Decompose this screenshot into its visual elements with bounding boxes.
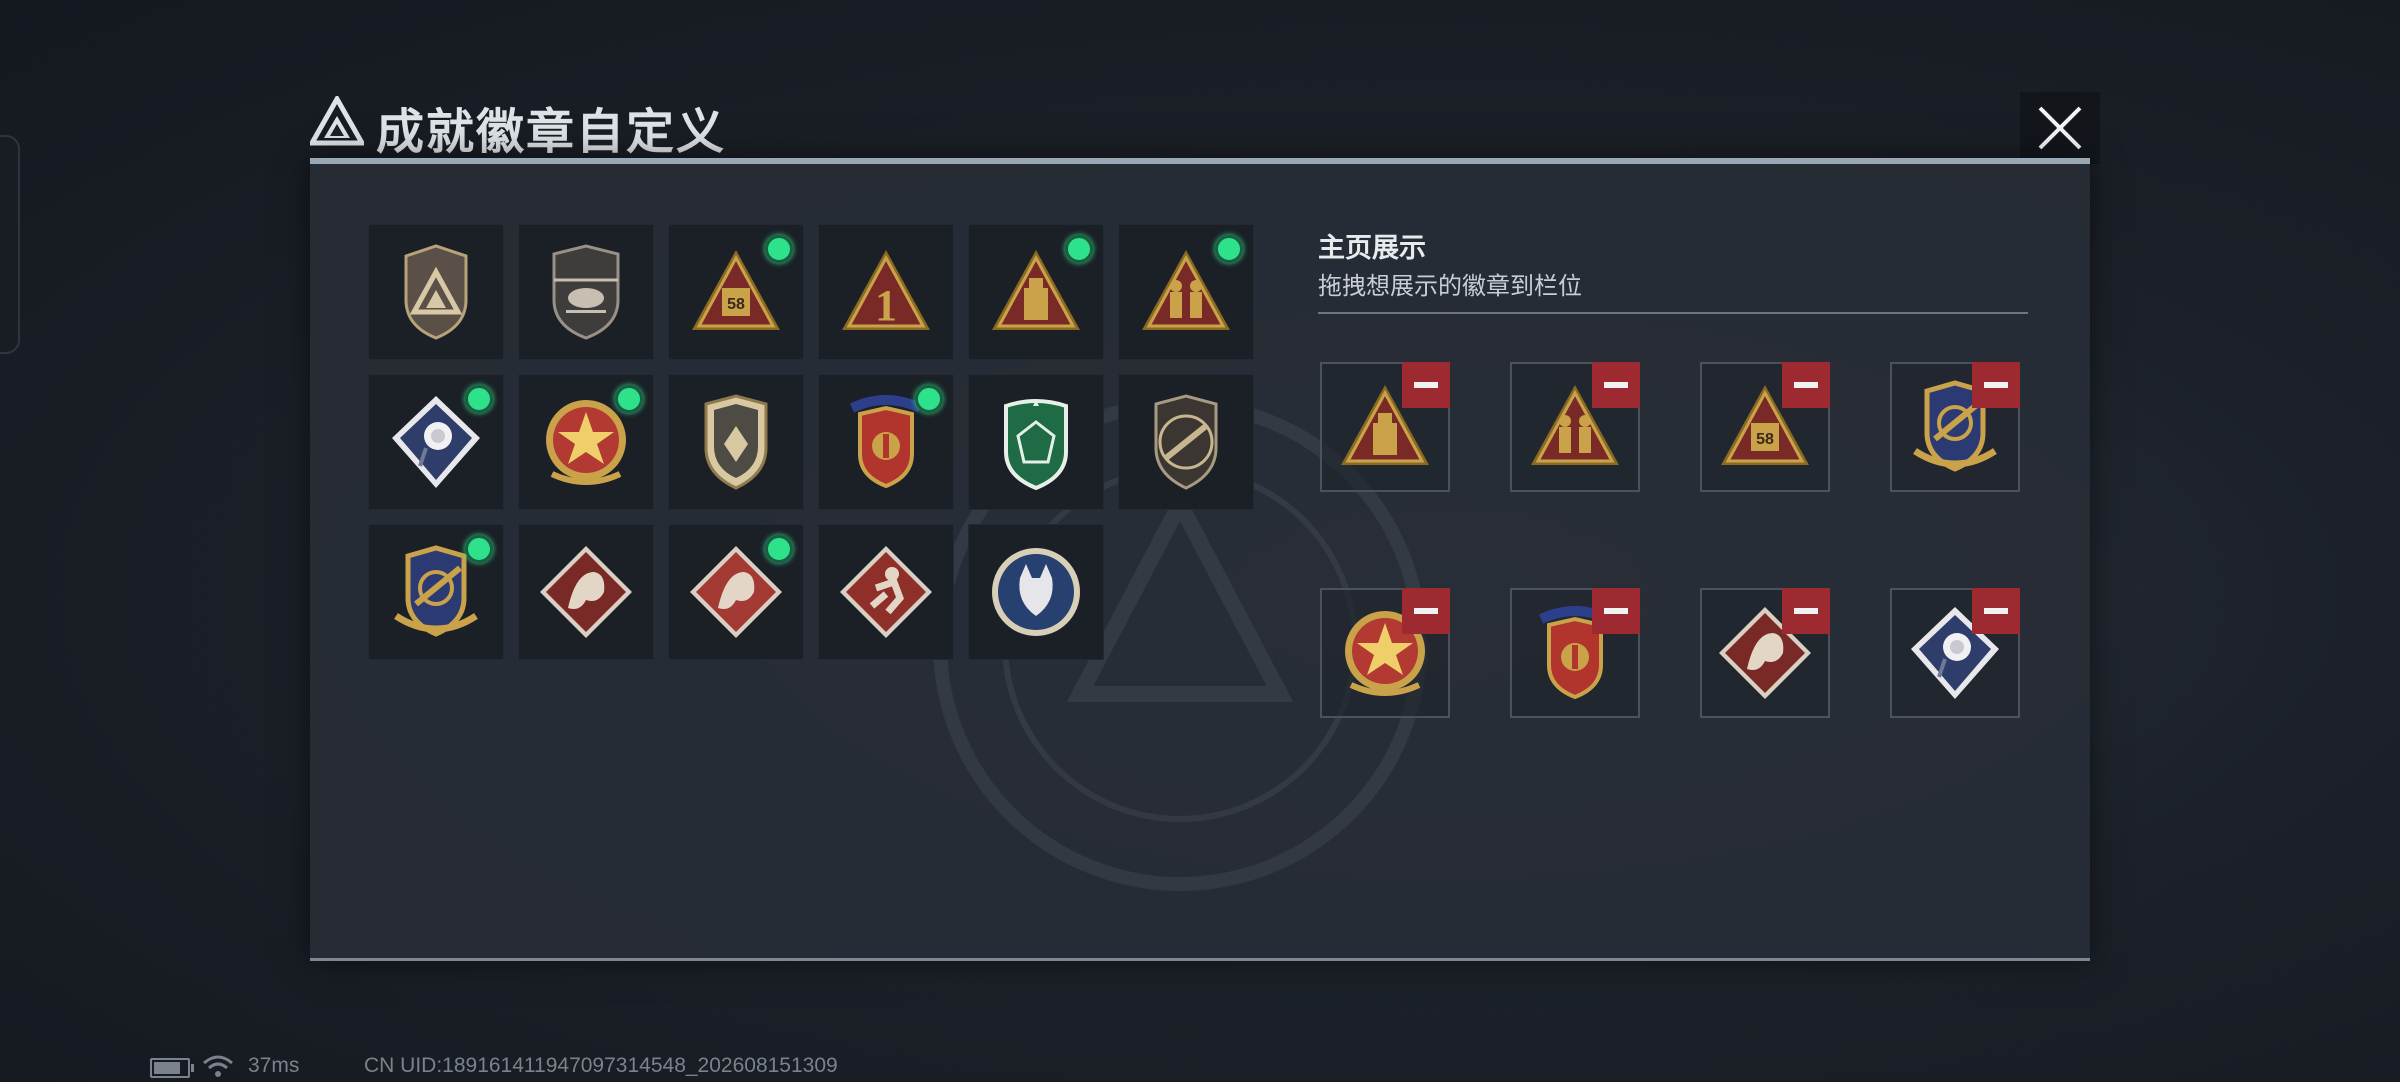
helicopter-badge-icon [552,244,620,340]
new-indicator-dot [915,385,943,413]
svg-text:58: 58 [727,296,745,313]
triangle-shield-badge-icon [404,244,468,340]
remove-badge-button[interactable] [1972,362,2020,408]
triangle-1-badge-icon: 1 [842,250,930,330]
display-slot-6[interactable] [1510,588,1640,718]
badge-slot-triangle-usb-badge[interactable] [968,224,1104,360]
wifi-icon [203,1055,233,1077]
battery-icon [150,1058,194,1078]
svg-text:58: 58 [1756,431,1774,448]
window-title: 成就徽章自定义 [376,106,727,159]
badge-slot-dragon-diamond-badge[interactable] [518,524,654,660]
ping-readout: 37ms [248,1054,300,1077]
rifle-shield-badge-icon [1154,394,1218,490]
badge-slot-runner-diamond-badge[interactable] [818,524,954,660]
remove-badge-button[interactable] [1402,588,1450,634]
badge-slot-rifle-shield-badge[interactable] [1118,374,1254,510]
remove-badge-button[interactable] [1972,588,2020,634]
badge-slot-crosshair-shield-badge[interactable] [368,524,504,660]
new-indicator-dot [465,535,493,563]
badge-slot-triangle-58-badge[interactable]: 58 [668,224,804,360]
shield-emblem-badge-icon [704,394,768,490]
badge-slot-star-medal-badge[interactable] [518,374,654,510]
badge-slot-triangle-soldiers-badge[interactable] [1118,224,1254,360]
close-button[interactable] [2020,92,2100,164]
display-slot-7[interactable] [1700,588,1830,718]
badge-slot-rose-diamond-badge[interactable] [368,374,504,510]
display-slot-5[interactable] [1320,588,1450,718]
badge-customize-panel: 58 1 主页展示 拖拽想展示的徽章到栏位 58 [310,158,2090,961]
new-indicator-dot [1215,235,1243,263]
display-slot-3[interactable]: 58 [1700,362,1830,492]
side-panel-tab[interactable] [0,135,20,354]
remove-badge-button[interactable] [1782,362,1830,408]
green-gem-badge-icon [1004,399,1068,491]
remove-badge-button[interactable] [1592,588,1640,634]
display-slot-4[interactable] [1890,362,2020,492]
new-indicator-dot [465,385,493,413]
lynx-medallion-badge-icon [992,548,1080,636]
badge-slot-lynx-medallion-badge[interactable] [968,524,1104,660]
badge-slot-green-gem-badge[interactable] [968,374,1104,510]
remove-badge-button[interactable] [1402,362,1450,408]
dragon-diamond-badge-icon [540,546,632,638]
player-uid: CN UID:18916141194709731454​8_2026081513… [364,1054,838,1077]
display-section-subtitle: 拖拽想展示的徽章到栏位 [1318,273,1582,300]
badge-slot-triangle-shield-badge[interactable] [368,224,504,360]
badge-slot-helicopter-badge[interactable] [518,224,654,360]
new-indicator-dot [615,385,643,413]
triangle-logo-icon [310,96,364,146]
remove-badge-button[interactable] [1782,588,1830,634]
new-indicator-dot [1065,235,1093,263]
display-slot-8[interactable] [1890,588,2020,718]
display-slot-1[interactable] [1320,362,1450,492]
badge-slot-dragon-diamond-2-badge[interactable] [668,524,804,660]
remove-badge-button[interactable] [1592,362,1640,408]
svg-text:1: 1 [875,281,897,330]
new-indicator-dot [765,235,793,263]
display-slot-2[interactable] [1510,362,1640,492]
badge-slot-shield-emblem-badge[interactable] [668,374,804,510]
display-section-title: 主页展示 [1318,233,1426,263]
new-indicator-dot [765,535,793,563]
section-divider [1318,312,2028,314]
window-title-bar: 成就徽章自定义 [300,88,2100,159]
badge-slot-laurel-crest-badge[interactable] [818,374,954,510]
runner-diamond-badge-icon [840,546,932,638]
badge-slot-triangle-1-badge[interactable]: 1 [818,224,954,360]
